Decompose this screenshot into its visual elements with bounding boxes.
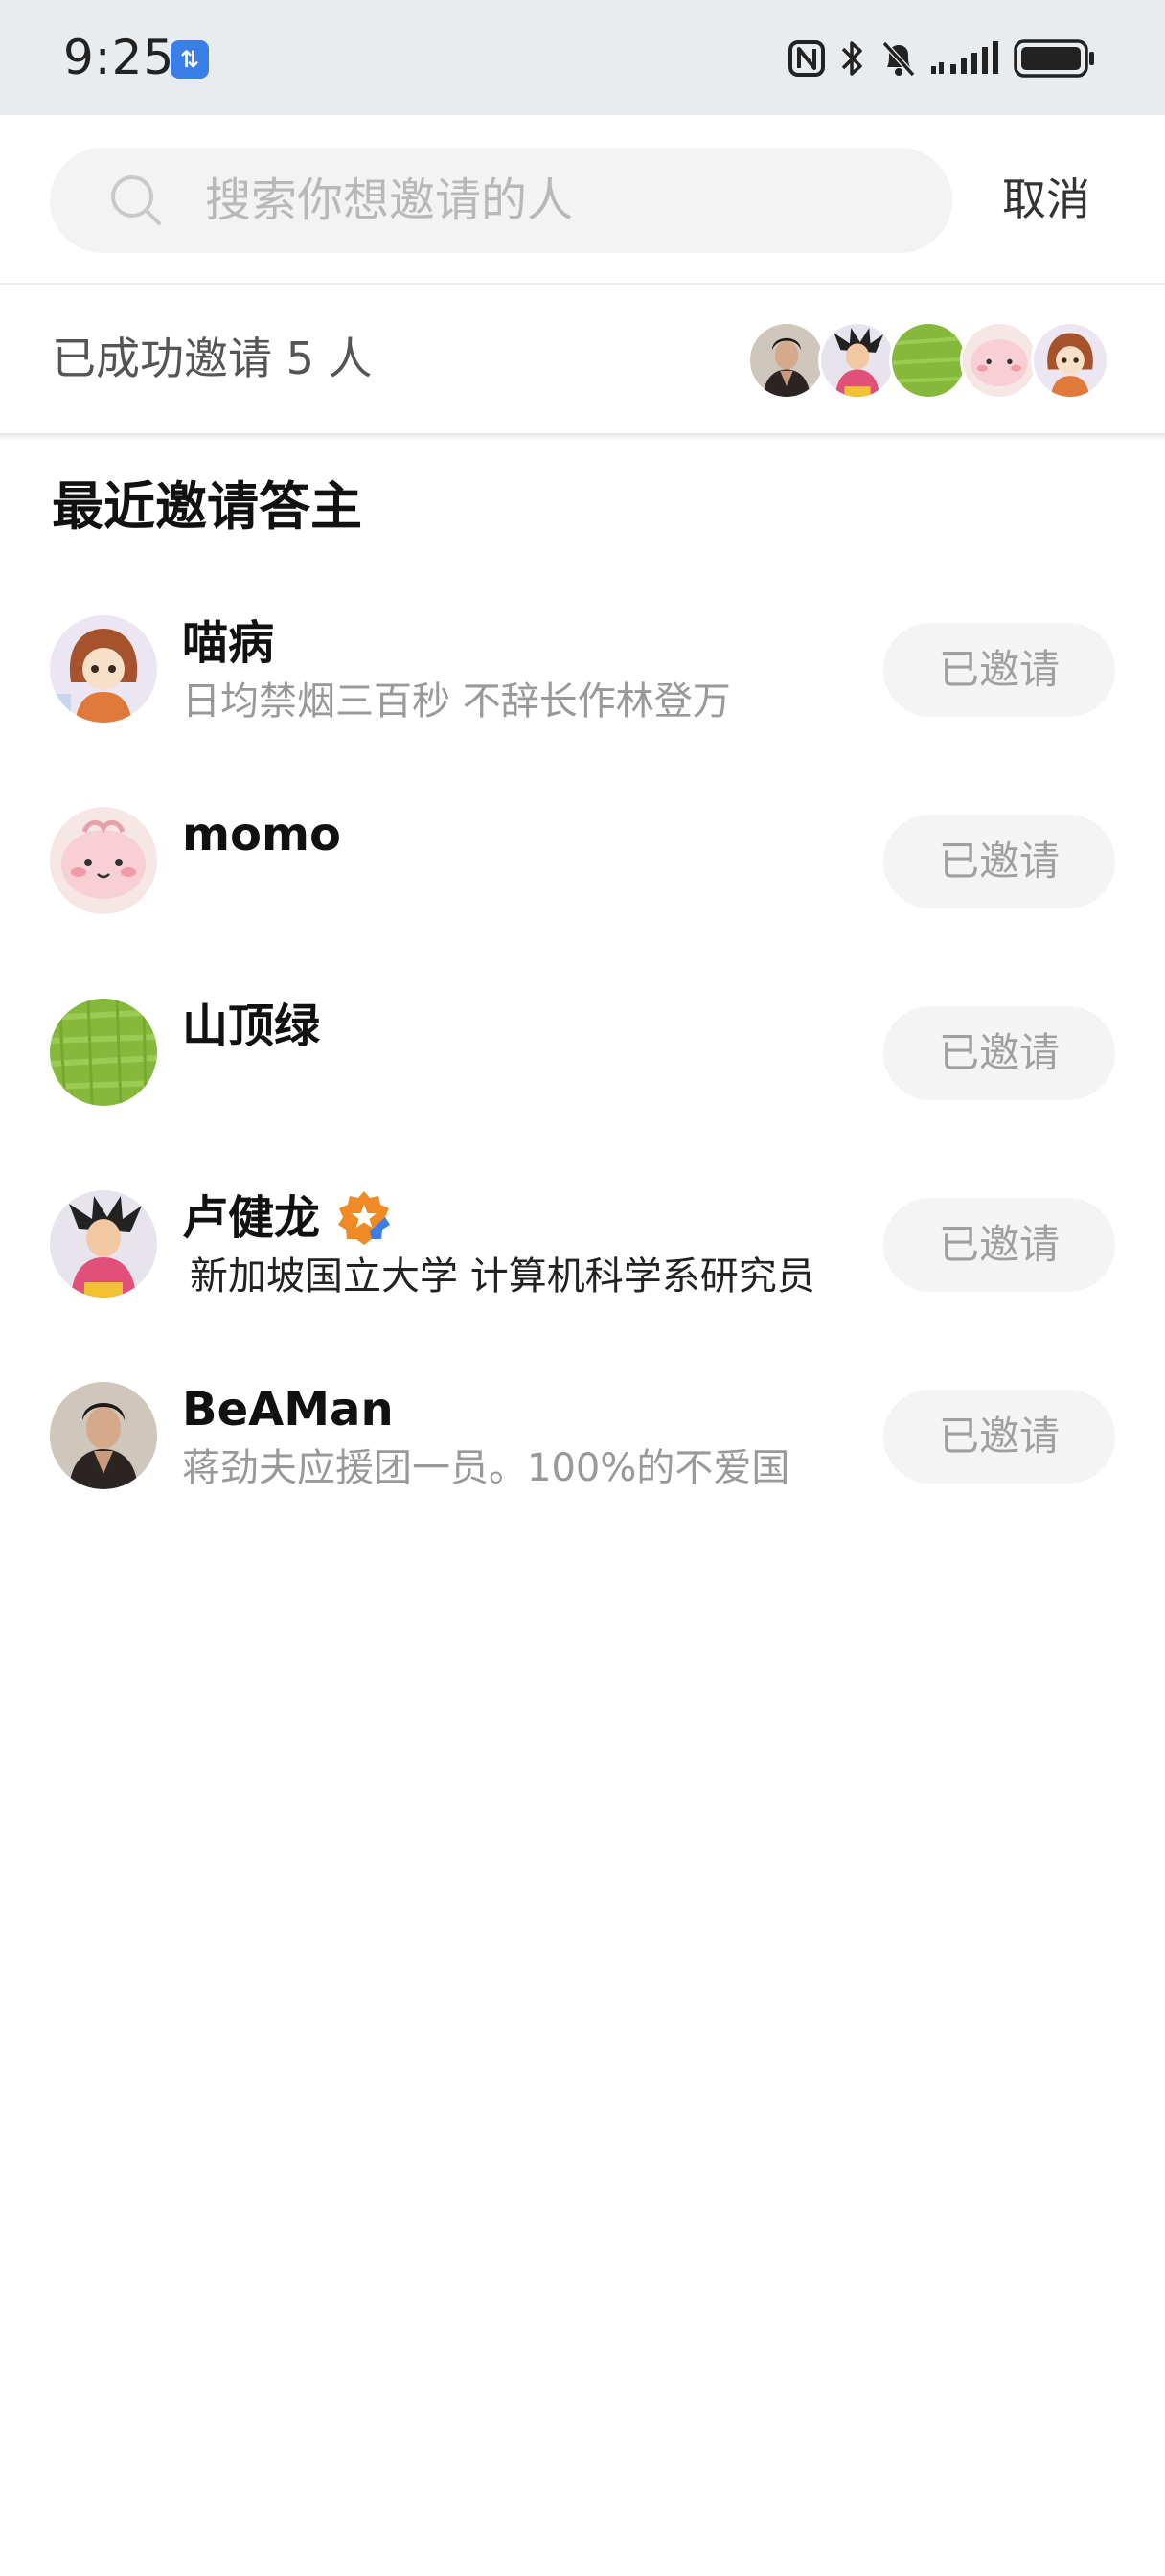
verified-badge-icon <box>338 1191 391 1245</box>
bluetooth-icon <box>841 41 862 76</box>
invited-button[interactable]: 已邀请 <box>883 623 1115 717</box>
user-name: 山顶绿 <box>182 1000 321 1053</box>
list-item[interactable]: 山顶绿 已邀请 <box>0 958 1165 1150</box>
battery-icon <box>1014 39 1094 78</box>
user-bio: 日均禁烟三百秒 不辞长作林登万 <box>182 679 731 724</box>
search-input[interactable] <box>205 148 914 253</box>
app-notification-icon: ⇅ <box>171 40 209 79</box>
invited-button[interactable]: 已邀请 <box>883 815 1115 908</box>
divider <box>0 433 1165 441</box>
list-item[interactable]: 卢健龙 新加坡国立大学 计算机科学系研究员 已邀请 <box>0 1150 1165 1342</box>
avatar <box>1031 321 1109 400</box>
list-item[interactable]: momo 已邀请 <box>0 767 1165 958</box>
avatar <box>747 321 826 400</box>
signal-icon <box>931 41 998 74</box>
search-header: 取消 <box>0 115 1165 284</box>
invited-avatar-stack <box>747 321 1109 400</box>
user-name-wrap: 喵病 <box>182 611 274 675</box>
status-time: 9:25 <box>63 30 175 85</box>
invited-button[interactable]: 已邀请 <box>883 1006 1115 1100</box>
status-icons <box>788 34 1096 82</box>
user-name: momo <box>182 808 341 862</box>
user-name-wrap: BeAMan <box>182 1378 394 1441</box>
user-name: 喵病 <box>182 616 275 670</box>
invited-count: 已成功邀请 5 人 <box>52 333 373 384</box>
invited-button[interactable]: 已邀请 <box>883 1390 1115 1484</box>
search-box[interactable] <box>50 148 952 253</box>
user-name-wrap: 山顶绿 <box>182 995 320 1058</box>
nfc-icon <box>788 40 825 77</box>
status-bar: 9:25 ⇅ <box>0 0 1165 115</box>
section-title: 最近邀请答主 <box>52 476 362 537</box>
user-name: BeAMan <box>182 1383 394 1437</box>
invited-summary[interactable]: 已成功邀请 5 人 <box>0 285 1165 434</box>
cancel-button[interactable]: 取消 <box>1002 165 1108 234</box>
mute-bell-icon <box>881 40 916 78</box>
search-icon <box>111 175 161 225</box>
avatar <box>889 321 968 400</box>
user-bio: 蒋劲夫应援团一员。100%的不爱国 <box>182 1446 790 1490</box>
invited-button[interactable]: 已邀请 <box>883 1198 1115 1292</box>
user-bio: 新加坡国立大学 计算机科学系研究员 <box>190 1254 815 1299</box>
list-item[interactable]: BeAMan 蒋劲夫应援团一员。100%的不爱国 已邀请 <box>0 1342 1165 1533</box>
user-name-wrap: 卢健龙 <box>182 1186 393 1250</box>
avatar[interactable] <box>50 807 157 914</box>
avatar <box>960 321 1039 400</box>
user-name-wrap: momo <box>182 803 341 866</box>
user-name: 卢健龙 <box>182 1191 321 1245</box>
avatar[interactable] <box>50 615 157 723</box>
avatar[interactable] <box>50 1190 157 1298</box>
list-item[interactable]: 喵病 日均禁烟三百秒 不辞长作林登万 已邀请 <box>0 575 1165 767</box>
avatar[interactable] <box>50 1382 157 1489</box>
avatar[interactable] <box>50 999 157 1106</box>
avatar <box>818 321 897 400</box>
